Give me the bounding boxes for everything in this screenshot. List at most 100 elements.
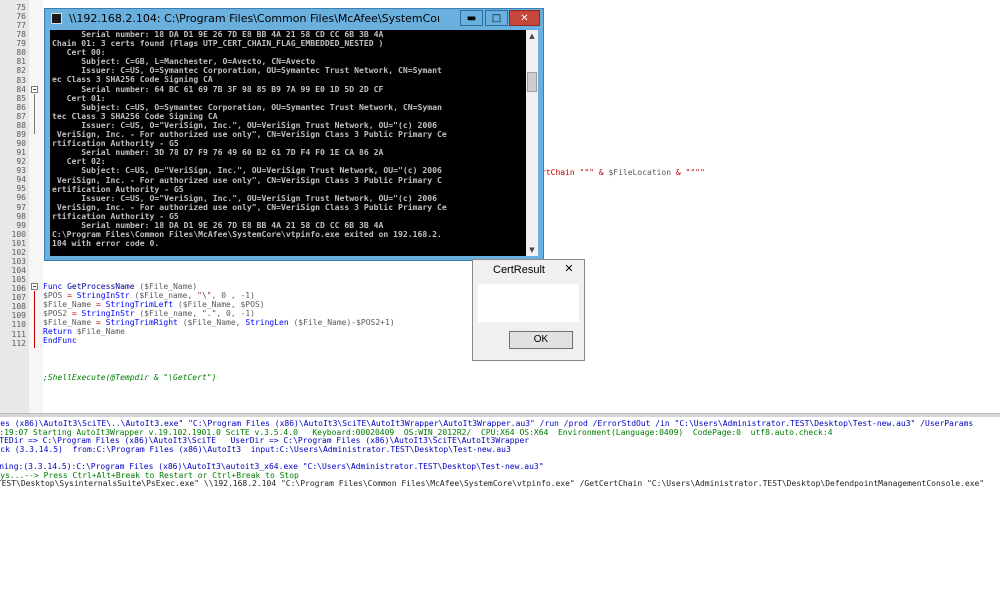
line-number: 109: [11, 311, 26, 321]
minimize-button[interactable]: ▬: [460, 10, 483, 26]
console-output[interactable]: Serial number: 18 DA D1 9E 26 7D E8 BB 4…: [50, 30, 538, 256]
code-token: """": [685, 168, 705, 177]
code-line-106[interactable]: Return $File_Name: [43, 327, 125, 336]
code-line-102[interactable]: $POS = StringInStr ($File_name, "\", 0 ,…: [43, 291, 255, 300]
console-line: 104 with error code 0.: [52, 239, 160, 249]
close-button[interactable]: ✕: [509, 10, 540, 26]
line-number: 89: [16, 129, 26, 139]
output-line: >Running AU3Check (3.3.14.5) from:C:\Pro…: [0, 444, 511, 454]
scroll-up-icon[interactable]: ▲: [526, 30, 538, 42]
dialog-close-button[interactable]: ✕: [557, 262, 581, 276]
console-line: Serial number: 64 BC 61 69 7B 3F 98 85 B…: [52, 84, 384, 94]
line-number: 103: [11, 256, 26, 266]
code-token: =: [91, 318, 106, 327]
console-line: Serial number: 3D 78 D7 F9 76 49 60 B2 6…: [52, 148, 384, 158]
code-token: $File_Name: [76, 327, 125, 336]
code-token: ".": [201, 309, 217, 318]
line-number: 86: [16, 102, 26, 112]
console-line: ertification Authority - G5: [52, 184, 184, 194]
line-number: 100: [11, 229, 26, 239]
code-token: &: [675, 168, 686, 177]
code-token: $FileLocation: [608, 168, 676, 177]
fold-line: [34, 291, 35, 348]
code-line-110-comment[interactable]: ;ShellExecute(@Tempdir & "\GetCert"): [43, 373, 216, 382]
code-token: ($File_Name,: [177, 318, 246, 327]
code-token: StringTrimRight: [105, 318, 178, 327]
code-token: StringInStr: [76, 291, 130, 300]
console-line: C:\Program Files\Common Files\McAfee\Sys…: [52, 230, 442, 240]
console-line: VeriSign, Inc. - For authorized use only…: [52, 175, 442, 185]
console-app-icon: [51, 13, 62, 24]
code-token: &: [598, 168, 609, 177]
console-line: Serial number: 18 DA D1 9E 26 7D E8 BB 4…: [52, 30, 384, 39]
code-token: StringLen: [245, 318, 289, 327]
code-line-101[interactable]: Func GetProcessName ($File_Name): [43, 282, 197, 291]
console-line: ec Class 3 SHA256 Code Signing CA: [52, 75, 213, 85]
line-number: 79: [16, 39, 26, 49]
line-number: 94: [16, 175, 26, 185]
line-number: 83: [16, 75, 26, 85]
code-token: $POS2: [43, 309, 68, 318]
scroll-thumb[interactable]: [527, 72, 537, 92]
console-line: Cert 01:: [52, 93, 106, 103]
code-token: ($File_name,: [134, 309, 202, 318]
code-token: ($File_Name): [139, 282, 198, 291]
code-token: =: [62, 291, 77, 300]
dialog-title: CertResult: [493, 264, 545, 276]
line-number: 90: [16, 139, 26, 149]
output-pane[interactable]: "C:\Program Files (x86)\AutoIt3\SciTE\..…: [0, 417, 1000, 598]
line-number: 80: [16, 48, 26, 58]
code-token: ($File_name,: [129, 291, 198, 300]
console-line: Subject: C=GB, L=Manchester, O=Avecto, C…: [52, 57, 316, 67]
line-number: 88: [16, 120, 26, 130]
line-number: 76: [16, 12, 26, 22]
maximize-button[interactable]: □: [485, 10, 508, 26]
code-line-107[interactable]: EndFunc: [43, 336, 77, 345]
dialog-message-area: [478, 284, 579, 322]
console-line: VeriSign, Inc. - For authorized use only…: [52, 202, 447, 212]
console-line: Chain 01: 3 certs found (Flags UTP_CERT_…: [52, 39, 384, 49]
console-scrollbar[interactable]: ▲ ▼: [526, 30, 538, 256]
code-token: $File_Name: [43, 300, 92, 309]
code-token: rtChain """: [541, 168, 599, 177]
console-line: Issuer: C=US, O="VeriSign, Inc.", OU=Ver…: [52, 120, 437, 130]
fold-toggle-icon[interactable]: [31, 86, 38, 93]
line-number: 81: [16, 57, 26, 67]
code-token: StringTrimLeft: [105, 300, 174, 309]
line-number: 87: [16, 111, 26, 121]
console-line: Serial number: 18 DA D1 9E 26 7D E8 BB 4…: [52, 220, 384, 230]
console-line: rtification Authority - G5: [52, 211, 179, 221]
line-number: 95: [16, 184, 26, 194]
fold-toggle-icon[interactable]: [31, 283, 38, 290]
line-number: 84: [16, 84, 26, 94]
line-number: 101: [11, 238, 26, 248]
certresult-dialog[interactable]: CertResult ✕ OK: [472, 259, 585, 361]
code-line-104[interactable]: $POS2 = StringInStr ($File_name, ".", 0,…: [43, 309, 255, 318]
console-line: tec Class 3 SHA256 Code Signing CA: [52, 111, 218, 121]
console-titlebar[interactable]: \\192.168.2.104: C:\Program Files\Common…: [45, 9, 543, 29]
ok-button[interactable]: OK: [509, 331, 573, 349]
code-token: "\": [197, 291, 212, 300]
code-line-90-fragment[interactable]: rtChain """ & $FileLocation & """": [541, 168, 705, 177]
code-token: ($File_Name)-$POS2+1): [288, 318, 395, 327]
console-text: Serial number: 18 DA D1 9E 26 7D E8 BB 4…: [52, 30, 524, 256]
line-number: 97: [16, 202, 26, 212]
line-number: 77: [16, 21, 26, 31]
code-token: GetProcessName: [67, 282, 140, 291]
code-line-105[interactable]: $File_Name = StringTrimRight ($File_Name…: [43, 318, 395, 327]
line-number: 110: [11, 320, 26, 330]
console-line: Issuer: C=US, O=Symantec Corporation, OU…: [52, 66, 442, 76]
line-number: 112: [11, 338, 26, 348]
code-token: EndFunc: [43, 336, 77, 345]
console-window[interactable]: \\192.168.2.104: C:\Program Files\Common…: [44, 8, 544, 261]
code-token: =: [91, 300, 106, 309]
scroll-down-icon[interactable]: ▼: [526, 244, 538, 256]
code-line-103[interactable]: $File_Name = StringTrimLeft ($File_Name,…: [43, 300, 265, 309]
code-token: $POS: [43, 291, 63, 300]
line-number: 96: [16, 193, 26, 203]
console-line: Cert 00:: [52, 48, 106, 58]
code-token: , 0 , -1): [211, 291, 255, 300]
console-line: Cert 02:: [52, 157, 106, 167]
line-number: 92: [16, 157, 26, 167]
line-number: 85: [16, 93, 26, 103]
